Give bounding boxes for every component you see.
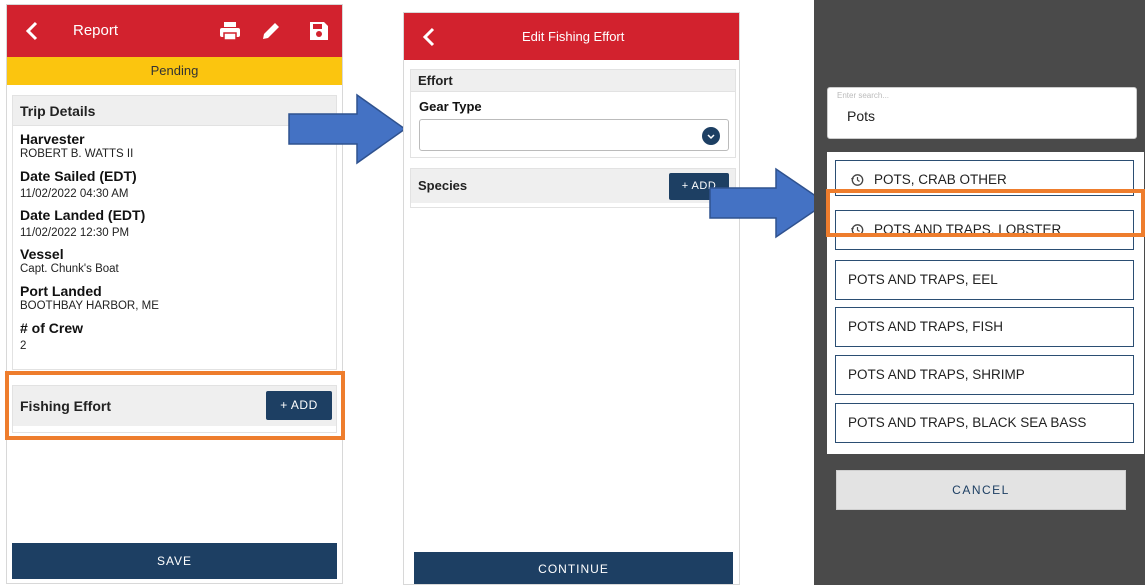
effort-card: Effort Gear Type (410, 69, 736, 158)
header-title: Edit Fishing Effort (522, 29, 625, 44)
search-value: Pots (847, 108, 876, 124)
effort-title: Effort (411, 70, 735, 92)
option-pots-and-traps-fish[interactable]: POTS AND TRAPS, FISH (835, 307, 1134, 347)
print-icon[interactable] (218, 19, 242, 43)
edit-pencil-icon[interactable] (259, 19, 283, 43)
option-pots-and-traps-black-sea-bass[interactable]: POTS AND TRAPS, BLACK SEA BASS (835, 403, 1134, 443)
field-vessel: Vessel Capt. Chunk's Boat (20, 246, 119, 275)
field-crew: # of Crew 2 (20, 320, 84, 352)
species-card: Species + ADD (410, 168, 736, 208)
field-date-landed: Date Landed (EDT) 11/02/2022 12:30 PM (20, 207, 146, 239)
search-placeholder: Enter search... (837, 91, 890, 100)
cancel-button[interactable]: CANCEL (836, 470, 1126, 510)
search-input[interactable]: Enter search... Pots (827, 87, 1137, 139)
edit-header: Edit Fishing Effort (404, 13, 739, 60)
status-banner: Pending (7, 57, 342, 85)
highlight-lobster-option (826, 189, 1145, 237)
header-title: Report (73, 22, 119, 39)
history-clock-icon (851, 174, 864, 186)
option-pots-and-traps-eel[interactable]: POTS AND TRAPS, EEL (835, 260, 1134, 300)
field-harvester: Harvester ROBERT B. WATTS II (20, 131, 134, 160)
dropdown-chevron-icon (702, 127, 720, 145)
gear-search-dialog-screen: Enter search... Pots POTS, CRAB OTHER PO… (814, 0, 1145, 585)
report-screen: Report Pending Trip Details Harvester RO… (6, 4, 343, 584)
field-port-landed: Port Landed BOOTHBAY HARBOR, ME (20, 283, 159, 312)
highlight-fishing-effort (5, 371, 345, 440)
gear-type-label: Gear Type (419, 99, 482, 114)
arrow-right-icon (709, 167, 828, 239)
continue-button[interactable]: CONTINUE (414, 552, 733, 584)
option-pots-and-traps-shrimp[interactable]: POTS AND TRAPS, SHRIMP (835, 355, 1134, 395)
save-button[interactable]: SAVE (12, 543, 337, 579)
report-header: Report (7, 5, 342, 57)
save-disk-icon[interactable] (307, 19, 331, 43)
back-chevron-icon[interactable] (418, 25, 442, 49)
field-date-sailed: Date Sailed (EDT) 11/02/2022 04:30 AM (20, 168, 137, 200)
edit-fishing-effort-screen: Edit Fishing Effort Effort Gear Type Spe… (403, 12, 740, 585)
arrow-right-icon (288, 93, 407, 165)
gear-type-select[interactable] (419, 119, 729, 151)
back-chevron-icon[interactable] (21, 19, 45, 43)
